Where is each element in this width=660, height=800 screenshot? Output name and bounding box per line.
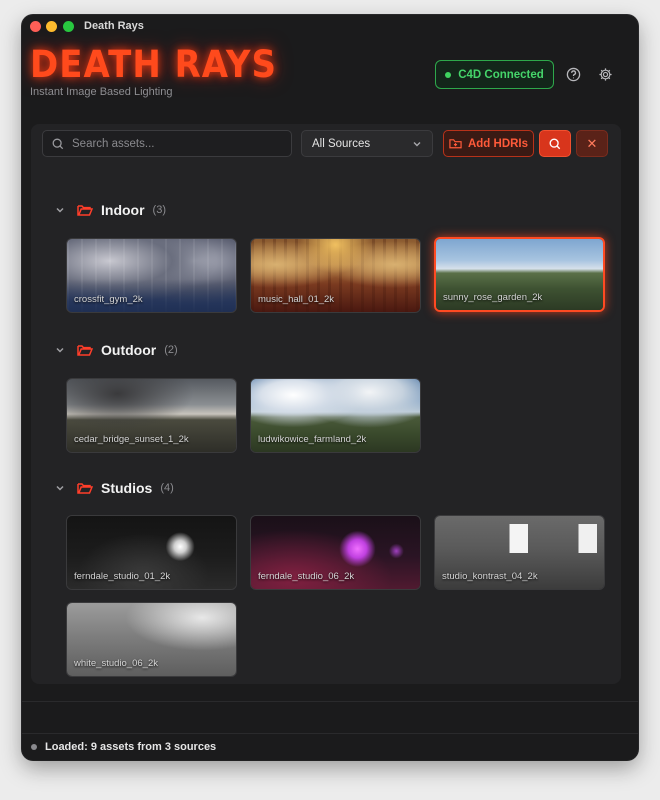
asset-card-ferndale-studio-01[interactable]: ferndale_studio_01_2k <box>66 515 237 590</box>
settings-gear-icon[interactable] <box>597 66 614 83</box>
folder-plus-icon <box>449 138 462 150</box>
asset-name: cedar_bridge_sunset_1_2k <box>74 434 189 445</box>
minimize-window-button[interactable] <box>46 21 57 32</box>
category-header-outdoor[interactable]: Outdoor (2) <box>55 340 178 360</box>
asset-name: ludwikowice_farmland_2k <box>258 434 367 445</box>
search-icon <box>549 138 561 150</box>
divider <box>22 733 638 734</box>
status-bar: Loaded: 9 assets from 3 sources <box>31 741 216 753</box>
close-window-button[interactable] <box>30 21 41 32</box>
add-hdris-label: Add HDRIs <box>467 137 529 150</box>
status-dot-icon <box>445 71 452 78</box>
asset-card-white-studio-06[interactable]: white_studio_06_2k <box>66 602 237 677</box>
asset-name: music_hall_01_2k <box>258 294 335 305</box>
search-field[interactable] <box>42 130 292 157</box>
search-icon <box>52 138 64 150</box>
connection-label: C4D Connected <box>458 68 544 81</box>
asset-card-cedar-bridge-sunset[interactable]: cedar_bridge_sunset_1_2k <box>66 378 237 453</box>
c4d-connection-status[interactable]: C4D Connected <box>435 60 554 89</box>
category-count: (2) <box>164 344 178 356</box>
asset-name: white_studio_06_2k <box>74 658 158 669</box>
folder-open-icon <box>77 344 93 357</box>
close-icon: ✕ <box>586 135 598 151</box>
source-filter-value: All Sources <box>312 137 371 150</box>
category-count: (3) <box>152 204 166 216</box>
asset-name: ferndale_studio_06_2k <box>258 571 355 582</box>
window-title: Death Rays <box>84 20 144 32</box>
maximize-window-button[interactable] <box>63 21 74 32</box>
clear-button[interactable]: ✕ <box>576 130 608 157</box>
divider <box>22 701 638 702</box>
asset-card-studio-kontrast-04[interactable]: studio_kontrast_04_2k <box>434 515 605 590</box>
asset-card-sunny-rose-garden[interactable]: sunny_rose_garden_2k <box>434 237 605 312</box>
asset-name: crossfit_gym_2k <box>74 294 143 305</box>
category-name: Outdoor <box>101 342 157 358</box>
category-header-studios[interactable]: Studios (4) <box>55 478 174 498</box>
title-bar: Death Rays <box>22 15 638 39</box>
chevron-down-icon <box>55 483 67 493</box>
app-window: Death Rays DEATH RAYS Instant Image Base… <box>22 15 638 760</box>
asset-card-music-hall[interactable]: music_hall_01_2k <box>250 238 421 313</box>
folder-open-icon <box>77 482 93 495</box>
help-icon[interactable] <box>565 66 582 83</box>
category-header-indoor[interactable]: Indoor (3) <box>55 200 166 220</box>
add-hdris-button[interactable]: Add HDRIs <box>443 130 534 157</box>
asset-card-ludwikowice-farmland[interactable]: ludwikowice_farmland_2k <box>250 378 421 453</box>
folder-open-icon <box>77 204 93 217</box>
app-logo: DEATH RAYS <box>30 43 277 87</box>
asset-name: ferndale_studio_01_2k <box>74 571 171 582</box>
status-indicator-icon <box>31 744 37 750</box>
chevron-down-icon <box>55 345 67 355</box>
source-filter-select[interactable]: All Sources <box>301 130 433 157</box>
asset-browser-panel: All Sources Add HDRIs ✕ <box>31 124 621 684</box>
asset-card-crossfit-gym[interactable]: crossfit_gym_2k <box>66 238 237 313</box>
chevron-down-icon <box>55 205 67 215</box>
chevron-down-icon <box>412 139 422 149</box>
status-message: Loaded: 9 assets from 3 sources <box>45 741 217 753</box>
app-tagline: Instant Image Based Lighting <box>30 86 173 98</box>
search-button[interactable] <box>539 130 571 157</box>
asset-name: studio_kontrast_04_2k <box>442 571 538 582</box>
asset-card-ferndale-studio-06[interactable]: ferndale_studio_06_2k <box>250 515 421 590</box>
asset-name: sunny_rose_garden_2k <box>443 292 543 303</box>
search-input[interactable] <box>72 137 291 150</box>
category-name: Indoor <box>101 202 145 218</box>
category-count: (4) <box>160 482 174 494</box>
category-name: Studios <box>101 480 153 496</box>
